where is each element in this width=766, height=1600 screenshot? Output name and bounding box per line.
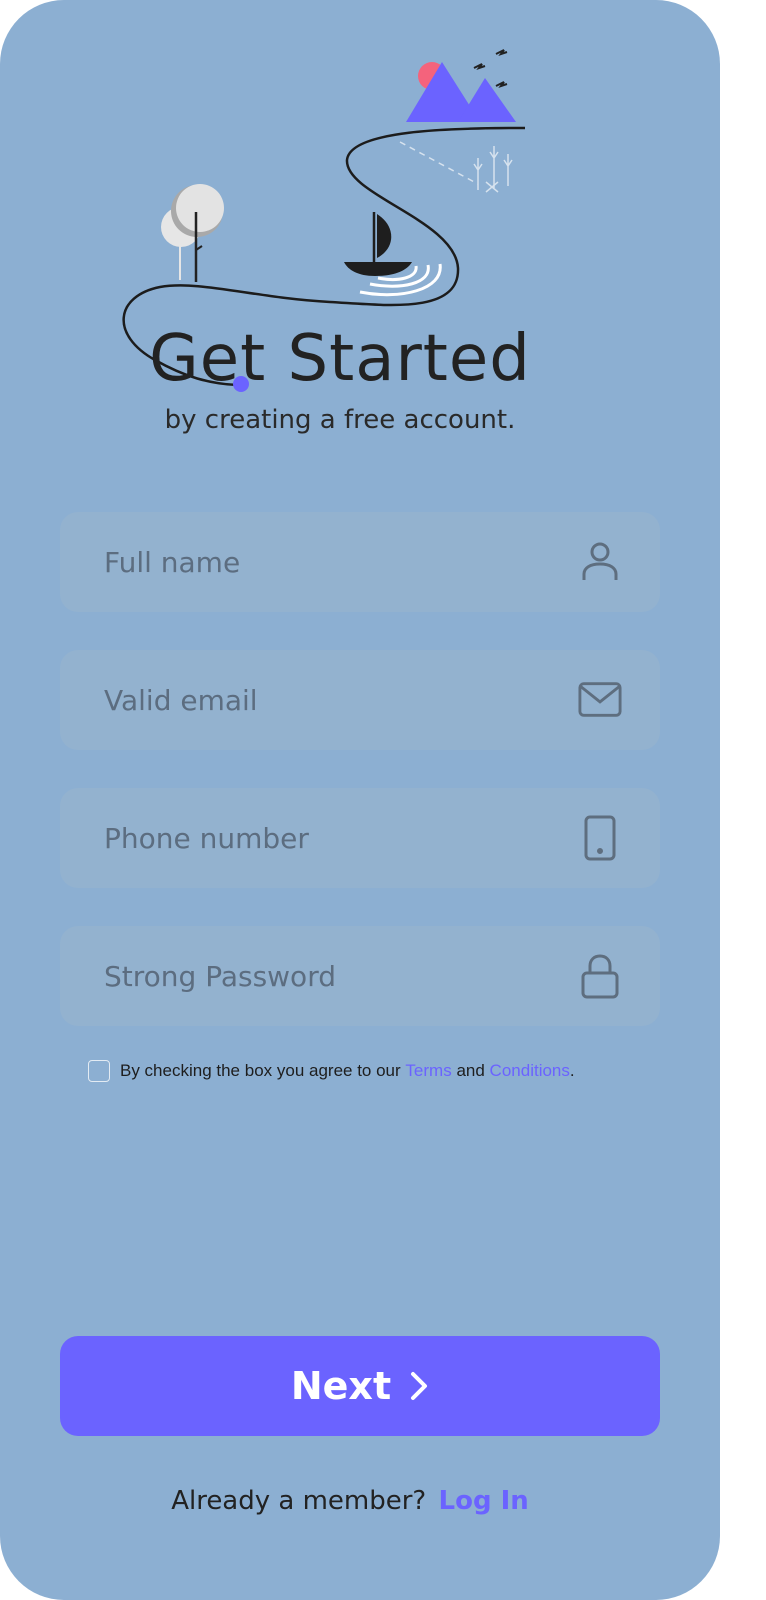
phone-input[interactable] xyxy=(104,821,578,855)
conditions-link[interactable]: Conditions xyxy=(490,1061,570,1081)
terms-link[interactable]: Terms xyxy=(405,1061,451,1081)
tree-icon xyxy=(161,184,224,282)
full-name-field[interactable] xyxy=(60,512,660,612)
terms-and: and xyxy=(456,1061,485,1080)
login-prompt: Already a member? Log In xyxy=(0,1486,700,1516)
lock-icon xyxy=(578,954,622,999)
full-name-input[interactable] xyxy=(104,545,578,579)
phone-icon xyxy=(578,815,622,861)
email-field[interactable] xyxy=(60,650,660,750)
password-input[interactable] xyxy=(104,959,578,993)
next-button-label: Next xyxy=(290,1364,392,1408)
page-subtitle: by creating a free account. xyxy=(164,405,516,435)
terms-suffix: . xyxy=(569,1061,575,1080)
user-icon xyxy=(578,540,622,584)
boat-icon xyxy=(344,212,412,276)
phone-field[interactable] xyxy=(60,788,660,888)
page-title: Get Started xyxy=(149,322,531,396)
bird-icon xyxy=(473,63,486,70)
email-input[interactable] xyxy=(104,683,578,717)
password-field[interactable] xyxy=(60,926,660,1026)
terms-agreement: By checking the box you agree to our Ter… xyxy=(88,1060,575,1082)
next-button[interactable]: Next xyxy=(60,1336,660,1436)
reeds-icon xyxy=(473,146,513,193)
login-link[interactable]: Log In xyxy=(439,1486,529,1516)
terms-checkbox[interactable] xyxy=(88,1060,110,1082)
signup-screen: Get Started by creating a free account. xyxy=(0,0,720,1600)
login-prompt-text: Already a member? xyxy=(171,1486,427,1516)
chevron-right-icon xyxy=(411,1372,428,1400)
terms-prefix: By checking the box you agree to our xyxy=(120,1061,401,1080)
mail-icon xyxy=(578,678,622,722)
